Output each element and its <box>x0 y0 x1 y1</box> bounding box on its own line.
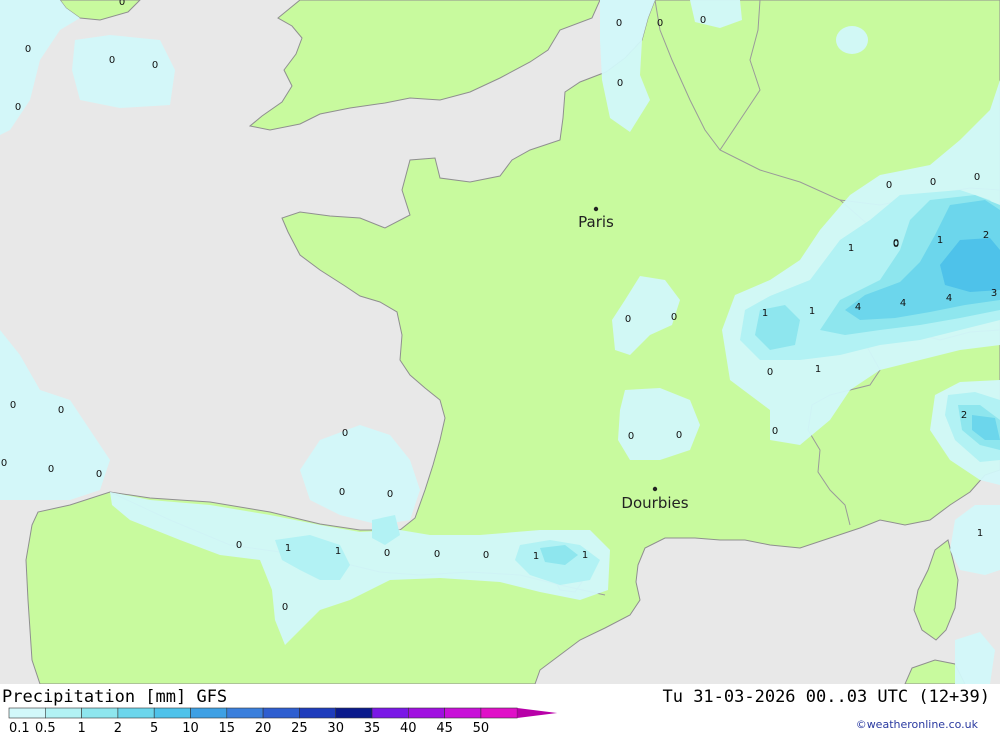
forecast-datetime: Tu 31-03-2026 00..03 UTC (12+39) <box>662 687 990 707</box>
legend-swatch <box>262 707 300 719</box>
credit-text: ©weatheronline.co.uk <box>856 718 979 731</box>
city-label-paris: Paris <box>578 213 614 231</box>
precip-value: 0 <box>676 430 682 441</box>
precip-value: 0 <box>434 549 440 560</box>
precip-value: 0 <box>236 540 242 551</box>
precip-value: 1 <box>815 364 821 375</box>
precip-value: 0 <box>384 548 390 559</box>
precip-value: 2 <box>961 410 967 421</box>
precip-value: 0 <box>109 55 115 66</box>
precip-value: 0 <box>339 487 345 498</box>
precip-value: 0 <box>974 172 980 183</box>
precipitation-map: 0 0 0 0 0 0 0 0 0 0 0 0 0 0 0 0 0 1 0 1 … <box>0 0 1000 684</box>
precip-value: 3 <box>991 288 997 299</box>
legend-tick-label: 40 <box>400 721 417 733</box>
precip-value: 0 <box>342 428 348 439</box>
precip-value: 1 <box>848 243 854 254</box>
city-marker-dourbies <box>652 486 658 492</box>
legend-tick-label: 0.1 <box>9 721 30 733</box>
legend-tick-label: 45 <box>436 721 453 733</box>
legend-swatch <box>299 707 336 719</box>
legend-tick-label: 10 <box>182 721 199 733</box>
precip-value: 1 <box>937 235 943 246</box>
precip-value: 0 <box>58 405 64 416</box>
legend-swatch <box>190 707 228 719</box>
precip-value: 0 <box>10 400 16 411</box>
legend-swatch <box>371 707 409 719</box>
precip-value: 0 <box>767 367 773 378</box>
precip-value: 0 <box>617 78 623 89</box>
precip-value: 0 <box>886 180 892 191</box>
legend-swatch <box>44 707 82 719</box>
precip-value: 0 <box>893 239 899 250</box>
precip-value: 1 <box>285 543 291 554</box>
precip-value: 0 <box>282 602 288 613</box>
precip-value: 0 <box>700 15 706 26</box>
legend-tick-label: 20 <box>255 721 272 733</box>
precip-value: 0 <box>772 426 778 437</box>
precip-value: 0 <box>628 431 634 442</box>
legend-tick-label: 5 <box>150 721 158 733</box>
legend-tick-label: 0.5 <box>35 721 56 733</box>
legend-tick-label: 1 <box>77 721 85 733</box>
legend-tick-label: 25 <box>291 721 308 733</box>
precip-value: 4 <box>855 302 861 313</box>
map-footer: Precipitation [mm] GFS Tu 31-03-2026 00.… <box>0 684 1000 733</box>
precip-value: 0 <box>671 312 677 323</box>
precip-value: 0 <box>48 464 54 475</box>
precip-value: 2 <box>983 230 989 241</box>
legend-tick-label: 35 <box>364 721 381 733</box>
precip-value: 1 <box>762 308 768 319</box>
precip-value: 0 <box>15 102 21 113</box>
legend-tick-label: 2 <box>114 721 122 733</box>
precip-value: 1 <box>809 306 815 317</box>
legend-swatch <box>480 707 518 719</box>
legend-tick-label: 50 <box>473 721 490 733</box>
legend-swatch <box>226 707 264 719</box>
legend-arrow <box>517 708 558 718</box>
legend-swatch <box>153 707 191 719</box>
city-label-dourbies: Dourbies <box>621 494 688 512</box>
legend-tick-label: 30 <box>327 721 344 733</box>
precip-value: 0 <box>152 60 158 71</box>
color-legend: 0.1 0.5 1 2 5 10 15 20 25 30 35 40 45 50 <box>8 707 558 733</box>
legend-swatch <box>117 707 155 719</box>
precip-value: 0 <box>625 314 631 325</box>
legend-tick-label: 15 <box>219 721 236 733</box>
precip-value: 0 <box>657 18 663 29</box>
legend-swatch <box>81 707 119 719</box>
precip-value: 0 <box>1 458 7 469</box>
precip-value: 1 <box>533 551 539 562</box>
legend-swatch <box>8 707 46 719</box>
precip-value: 0 <box>96 469 102 480</box>
precip-value: 4 <box>946 293 952 304</box>
legend-swatch <box>335 707 373 719</box>
precip-value: 0 <box>483 550 489 561</box>
precip-value: 0 <box>119 0 125 8</box>
precip-value: 0 <box>930 177 936 188</box>
precip-value: 0 <box>25 44 31 55</box>
precip-value: 1 <box>977 528 983 539</box>
precip-value: 0 <box>387 489 393 500</box>
legend-swatch <box>407 707 445 719</box>
precip-value: 4 <box>900 298 906 309</box>
city-marker-paris <box>593 206 599 212</box>
precip-value: 0 <box>616 18 622 29</box>
map-title: Precipitation [mm] GFS <box>2 687 227 707</box>
precip-value: 1 <box>582 550 588 561</box>
legend-swatch <box>444 707 482 719</box>
precip-value: 1 <box>335 546 341 557</box>
